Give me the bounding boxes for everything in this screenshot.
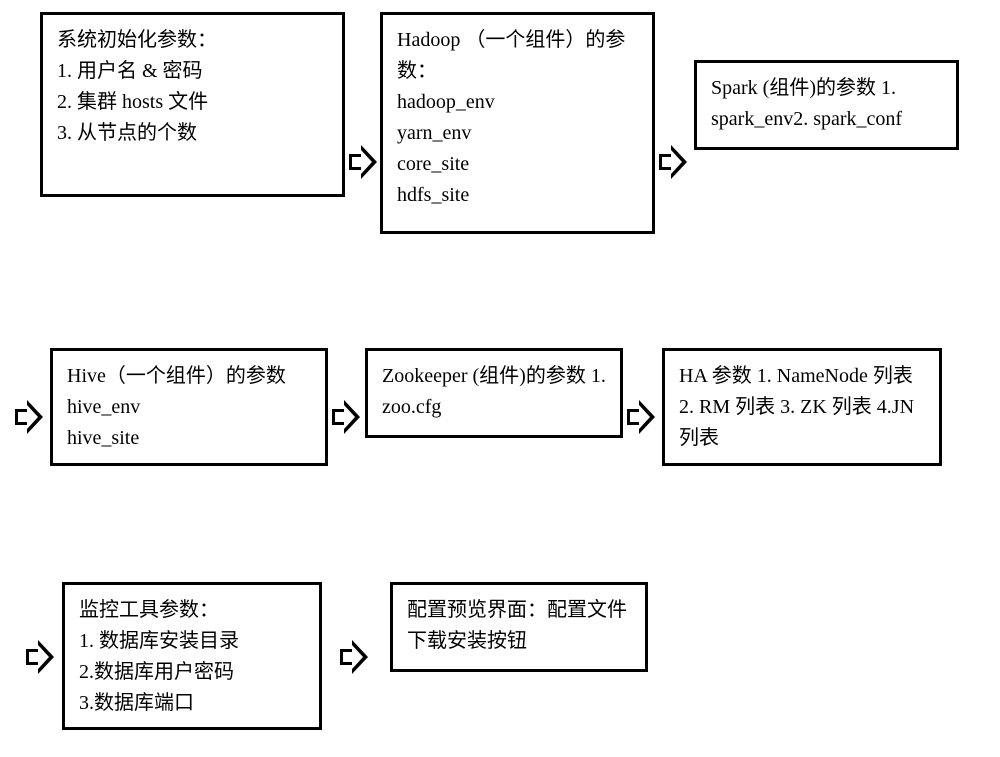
zookeeper-text: Zookeeper (组件)的参数 1. zoo.cfg bbox=[382, 361, 606, 423]
sysinit-title: 系统初始化参数： bbox=[57, 25, 328, 56]
box-sysinit: 系统初始化参数： 1. 用户名 & 密码 2. 集群 hosts 文件 3. 从… bbox=[40, 12, 345, 197]
arrow-6 bbox=[26, 640, 54, 674]
hadoop-title: Hadoop （一个组件）的参数： bbox=[397, 25, 638, 87]
arrow-1 bbox=[349, 145, 377, 179]
monitor-item-3: 3.数据库端口 bbox=[79, 688, 305, 719]
hadoop-item-3: core_site bbox=[397, 149, 638, 180]
box-hive: Hive（一个组件）的参数 hive_env hive_site bbox=[50, 348, 328, 466]
arrow-3 bbox=[15, 400, 43, 434]
arrow-5 bbox=[627, 400, 655, 434]
hive-item-1: hive_env bbox=[67, 392, 311, 423]
hive-item-2: hive_site bbox=[67, 423, 311, 454]
sysinit-item-3: 3. 从节点的个数 bbox=[57, 118, 328, 149]
sysinit-item-1: 1. 用户名 & 密码 bbox=[57, 56, 328, 87]
arrow-7 bbox=[340, 640, 368, 674]
monitor-item-2: 2.数据库用户密码 bbox=[79, 657, 305, 688]
preview-text: 配置预览界面：配置文件下载安装按钮 bbox=[407, 595, 631, 657]
arrow-4 bbox=[332, 400, 360, 434]
box-zookeeper: Zookeeper (组件)的参数 1. zoo.cfg bbox=[365, 348, 623, 438]
hadoop-item-4: hdfs_site bbox=[397, 180, 638, 211]
arrow-2 bbox=[659, 145, 687, 179]
box-ha: HA 参数 1. NameNode 列表 2. RM 列表 3. ZK 列表 4… bbox=[662, 348, 942, 466]
monitor-item-1: 1. 数据库安装目录 bbox=[79, 626, 305, 657]
monitor-title: 监控工具参数： bbox=[79, 595, 305, 626]
sysinit-item-2: 2. 集群 hosts 文件 bbox=[57, 87, 328, 118]
box-spark: Spark (组件)的参数 1. spark_env2. spark_conf bbox=[694, 60, 959, 150]
hive-title: Hive（一个组件）的参数 bbox=[67, 361, 311, 392]
spark-text: Spark (组件)的参数 1. spark_env2. spark_conf bbox=[711, 73, 942, 135]
box-hadoop: Hadoop （一个组件）的参数： hadoop_env yarn_env co… bbox=[380, 12, 655, 234]
hadoop-item-2: yarn_env bbox=[397, 118, 638, 149]
box-monitor: 监控工具参数： 1. 数据库安装目录 2.数据库用户密码 3.数据库端口 bbox=[62, 582, 322, 730]
box-preview: 配置预览界面：配置文件下载安装按钮 bbox=[390, 582, 648, 672]
hadoop-item-1: hadoop_env bbox=[397, 87, 638, 118]
ha-text: HA 参数 1. NameNode 列表 2. RM 列表 3. ZK 列表 4… bbox=[679, 361, 925, 454]
